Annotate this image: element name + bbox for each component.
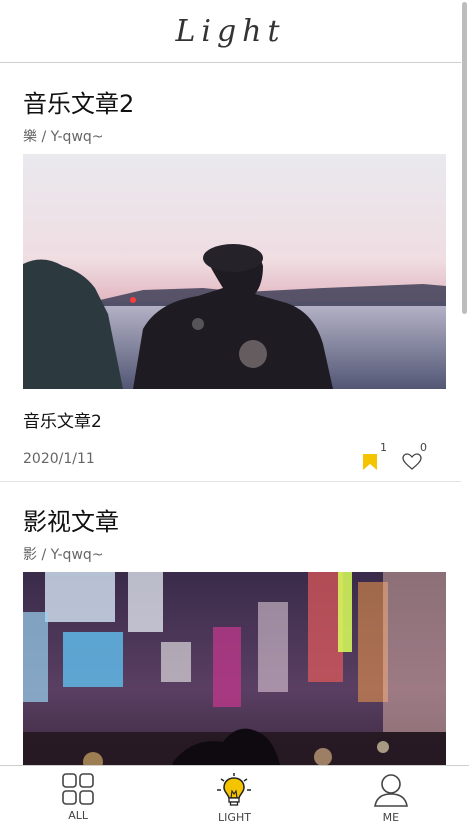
tab-light-label: LIGHT xyxy=(218,811,251,824)
app-header: Light xyxy=(0,0,461,63)
bookmark-stat[interactable]: 1 xyxy=(362,441,388,471)
post-card[interactable]: 影视文章 影 / Y-qwq~ xyxy=(0,482,461,765)
like-count: 0 xyxy=(420,441,427,454)
tab-light[interactable]: LIGHT xyxy=(156,766,312,834)
tab-me-label: ME xyxy=(382,811,400,824)
post-cover-image[interactable] xyxy=(23,154,446,389)
lightbulb-icon xyxy=(217,773,252,806)
heart-icon xyxy=(402,453,422,470)
tab-me[interactable]: ME xyxy=(313,766,469,834)
post-caption: 音乐文章2 xyxy=(23,412,102,432)
post-stats: 1 0 xyxy=(362,441,428,471)
tab-all[interactable]: ALL xyxy=(0,766,156,834)
app-logo[interactable]: Light xyxy=(175,14,285,49)
tab-all-label: ALL xyxy=(68,809,89,822)
post-meta: 樂 / Y-qwq~ xyxy=(23,129,104,145)
bookmark-icon xyxy=(363,454,377,470)
bottom-tab-bar: ALL LIGHT ME xyxy=(0,765,469,834)
user-icon xyxy=(373,774,408,807)
scrollbar[interactable] xyxy=(462,2,467,314)
post-title[interactable]: 音乐文章2 xyxy=(23,64,438,124)
post-cover-image[interactable] xyxy=(23,572,446,765)
post-date: 2020/1/11 xyxy=(23,451,95,467)
grid-icon xyxy=(62,773,94,805)
post-meta: 影 / Y-qwq~ xyxy=(23,547,104,563)
post-feed: 音乐文章2 樂 / Y-qwq~ 音乐文章2 2020/1/11 1 0 影视文… xyxy=(0,64,461,765)
post-footer: 2020/1/11 1 0 xyxy=(23,437,438,481)
post-card[interactable]: 音乐文章2 樂 / Y-qwq~ 音乐文章2 2020/1/11 1 0 xyxy=(0,64,461,482)
bookmark-count: 1 xyxy=(380,441,387,454)
post-title[interactable]: 影视文章 xyxy=(23,482,438,542)
like-stat[interactable]: 0 xyxy=(402,441,428,471)
